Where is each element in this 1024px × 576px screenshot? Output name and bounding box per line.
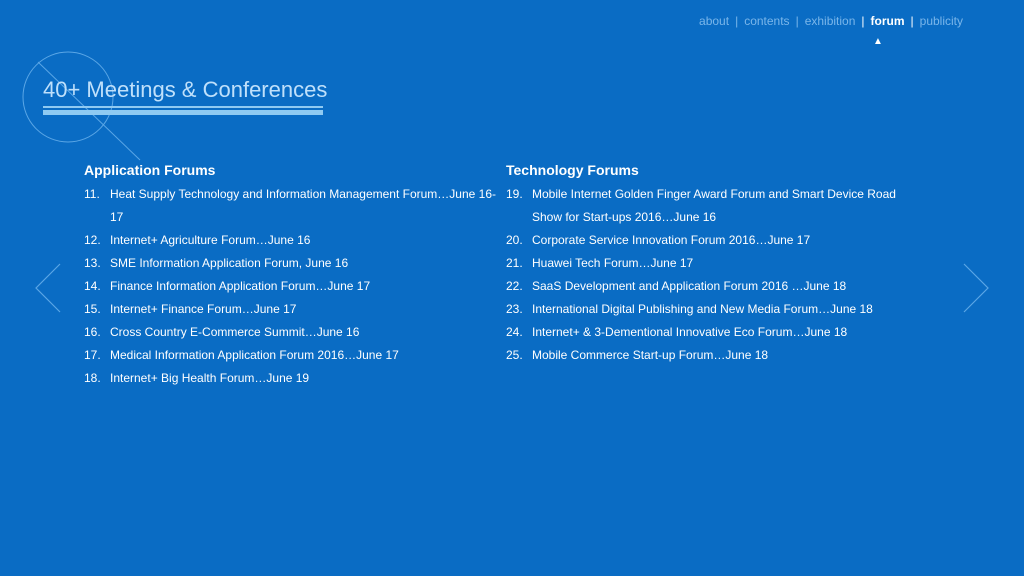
list-item: 18. Internet+ Big Health Forum…June 19 [84, 367, 504, 390]
chevron-right-icon[interactable] [962, 262, 990, 314]
item-text: Internet+ Finance Forum…June 17 [110, 302, 297, 316]
item-text: International Digital Publishing and New… [532, 302, 873, 316]
nav-separator: | [795, 14, 799, 28]
list-item: 20. Corporate Service Innovation Forum 20… [506, 229, 926, 252]
item-number: 13. [84, 256, 101, 270]
nav-publicity[interactable]: publicity [920, 14, 963, 28]
item-number: 20. [506, 233, 523, 247]
item-text: Internet+ & 3-Dementional Innovative Eco… [532, 325, 848, 339]
item-text: Corporate Service Innovation Forum 2016…… [532, 233, 811, 247]
item-text: Medical Information Application Forum 20… [110, 348, 399, 362]
nav-exhibition[interactable]: exhibition [805, 14, 856, 28]
list-item: 14. Finance Information Application Forum… [84, 275, 504, 298]
item-number: 16. [84, 325, 101, 339]
list-item: 11. Heat Supply Technology and Informatio… [84, 183, 504, 229]
technology-forums-title: Technology Forums [506, 162, 639, 178]
application-forums-list: 11. Heat Supply Technology and Informatio… [84, 183, 504, 390]
list-item: 19. Mobile Internet Golden Finger Award F… [506, 183, 926, 229]
list-item: 24. Internet+ & 3-Dementional Innovative … [506, 321, 926, 344]
technology-forums-section: Technology Forums 19. Mobile Internet Gol… [506, 162, 926, 367]
item-text: Cross Country E-Commerce Summit…June 16 [110, 325, 360, 339]
nav-separator: | [910, 14, 914, 28]
item-number: 18. [84, 371, 101, 385]
nav-separator: | [735, 14, 739, 28]
title-underline-thick [43, 110, 323, 115]
item-text: SaaS Development and Application Forum 2… [532, 279, 847, 293]
item-number: 24. [506, 325, 523, 339]
item-number: 11. [84, 187, 100, 201]
top-navigation: about | contents | exhibition | forum | … [699, 14, 963, 28]
item-text: Finance Information Application Forum…Ju… [110, 279, 371, 293]
application-forums-section: Application Forums 11. Heat Supply Techno… [84, 162, 504, 390]
nav-separator: | [861, 14, 865, 28]
item-text: Huawei Tech Forum…June 17 [532, 256, 694, 270]
item-number: 25. [506, 348, 523, 362]
item-number: 14. [84, 279, 101, 293]
nav-about[interactable]: about [699, 14, 729, 28]
list-item: 13. SME Information Application Forum, Ju… [84, 252, 504, 275]
active-marker-icon: ▲ [873, 36, 883, 47]
item-number: 15. [84, 302, 101, 316]
item-number: 17. [84, 348, 101, 362]
technology-forums-list: 19. Mobile Internet Golden Finger Award F… [506, 183, 926, 367]
item-text: Internet+ Agriculture Forum…June 16 [110, 233, 311, 247]
nav-forum[interactable]: forum [871, 14, 905, 28]
application-forums-title: Application Forums [84, 162, 216, 178]
title-underline [43, 106, 323, 108]
chevron-left-icon[interactable] [34, 262, 62, 314]
item-number: 23. [506, 302, 523, 316]
item-text: Internet+ Big Health Forum…June 19 [110, 371, 310, 385]
nav-contents[interactable]: contents [744, 14, 789, 28]
list-item: 22. SaaS Development and Application Foru… [506, 275, 926, 298]
list-item: 12. Internet+ Agriculture Forum…June 16 [84, 229, 504, 252]
list-item: 16. Cross Country E-Commerce Summit…June … [84, 321, 504, 344]
list-item: 17. Medical Information Application Forum… [84, 344, 504, 367]
item-number: 22. [506, 279, 523, 293]
item-text: Mobile Internet Golden Finger Award Foru… [532, 187, 896, 224]
list-item: 23. International Digital Publishing and … [506, 298, 926, 321]
item-number: 21. [506, 256, 523, 270]
item-number: 12. [84, 233, 101, 247]
item-text: Mobile Commerce Start-up Forum…June 18 [532, 348, 769, 362]
page-title: 40+ Meetings & Conferences [43, 77, 328, 102]
item-text: SME Information Application Forum, June … [110, 256, 349, 270]
list-item: 25. Mobile Commerce Start-up Forum…June 1… [506, 344, 926, 367]
item-number: 19. [506, 187, 523, 201]
list-item: 21. Huawei Tech Forum…June 17 [506, 252, 926, 275]
item-text: Heat Supply Technology and Information M… [110, 187, 496, 224]
list-item: 15. Internet+ Finance Forum…June 17 [84, 298, 504, 321]
